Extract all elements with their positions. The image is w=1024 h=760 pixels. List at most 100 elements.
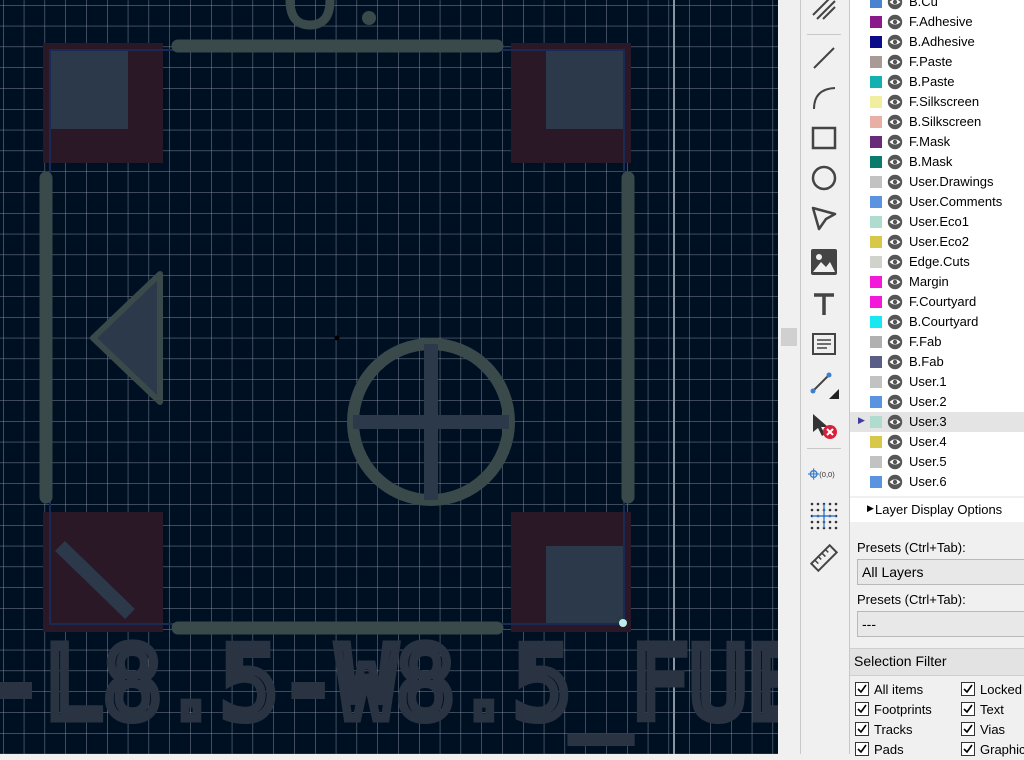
layer-row[interactable]: User.1	[850, 372, 1024, 392]
grid-settings-icon[interactable]	[808, 500, 840, 532]
add-textbox-icon[interactable]	[808, 328, 840, 360]
layer-display-options-toggle[interactable]: ▶ Layer Display Options	[850, 498, 1024, 522]
visibility-eye-icon[interactable]	[887, 234, 903, 250]
scrollbar-thumb[interactable]	[781, 328, 797, 346]
visibility-eye-icon[interactable]	[887, 394, 903, 410]
visibility-eye-icon[interactable]	[887, 334, 903, 350]
draw-arc-icon[interactable]	[808, 82, 840, 114]
layer-color-swatch[interactable]	[870, 396, 882, 408]
layer-row[interactable]: User.2	[850, 392, 1024, 412]
layer-color-swatch[interactable]	[870, 356, 882, 368]
visibility-eye-icon[interactable]	[887, 374, 903, 390]
layer-color-swatch[interactable]	[870, 376, 882, 388]
layer-color-swatch[interactable]	[870, 436, 882, 448]
visibility-eye-icon[interactable]	[887, 154, 903, 170]
pcb-canvas[interactable]: -L8.5-W8.5_FUE	[0, 0, 778, 754]
visibility-eye-icon[interactable]	[887, 454, 903, 470]
layer-color-swatch[interactable]	[870, 196, 882, 208]
layer-color-swatch[interactable]	[870, 96, 882, 108]
layer-row[interactable]: B.Paste	[850, 72, 1024, 92]
delete-tool-icon[interactable]	[808, 410, 840, 442]
visibility-eye-icon[interactable]	[887, 74, 903, 90]
layer-row[interactable]: User.4	[850, 432, 1024, 452]
layer-color-swatch[interactable]	[870, 76, 882, 88]
layer-row[interactable]: B.Courtyard	[850, 312, 1024, 332]
layer-row[interactable]: F.Paste	[850, 52, 1024, 72]
visibility-eye-icon[interactable]	[887, 114, 903, 130]
route-track-icon[interactable]	[808, 0, 840, 24]
checkbox-box[interactable]	[855, 722, 869, 736]
canvas-scrollbar[interactable]	[778, 0, 800, 754]
visibility-eye-icon[interactable]	[887, 434, 903, 450]
presets-dropdown[interactable]: All Layers	[857, 559, 1024, 585]
layer-row[interactable]: ▶ User.3	[850, 412, 1024, 432]
layer-row[interactable]: B.Fab	[850, 352, 1024, 372]
layer-color-swatch[interactable]	[870, 316, 882, 328]
layer-row[interactable]: B.Silkscreen	[850, 112, 1024, 132]
layer-color-swatch[interactable]	[870, 256, 882, 268]
layer-row[interactable]: F.Courtyard	[850, 292, 1024, 312]
visibility-eye-icon[interactable]	[887, 214, 903, 230]
layer-list[interactable]: B.Cu F.Adhesive B.Adhesive F.Paste B.Paste F.…	[850, 0, 1024, 496]
layer-color-swatch[interactable]	[870, 216, 882, 228]
layer-color-swatch[interactable]	[870, 236, 882, 248]
visibility-eye-icon[interactable]	[887, 194, 903, 210]
layer-row[interactable]: User.Drawings	[850, 172, 1024, 192]
add-dimension-icon[interactable]	[808, 368, 840, 400]
pad-3[interactable]	[43, 512, 163, 632]
layer-row[interactable]: F.Silkscreen	[850, 92, 1024, 112]
layer-row[interactable]: User.Comments	[850, 192, 1024, 212]
checkbox-box[interactable]	[961, 682, 975, 696]
visibility-eye-icon[interactable]	[887, 354, 903, 370]
layer-color-swatch[interactable]	[870, 176, 882, 188]
layer-row[interactable]: Margin	[850, 272, 1024, 292]
visibility-eye-icon[interactable]	[887, 294, 903, 310]
layer-color-swatch[interactable]	[870, 476, 882, 488]
footprint-view[interactable]: -L8.5-W8.5_FUE	[0, 0, 778, 754]
layer-row[interactable]: B.Mask	[850, 152, 1024, 172]
visibility-eye-icon[interactable]	[887, 314, 903, 330]
measure-tool-icon[interactable]	[808, 542, 840, 574]
layer-color-swatch[interactable]	[870, 336, 882, 348]
checkbox-box[interactable]	[855, 702, 869, 716]
layer-color-swatch[interactable]	[870, 276, 882, 288]
viewports-dropdown[interactable]: ---	[857, 611, 1024, 637]
visibility-eye-icon[interactable]	[887, 174, 903, 190]
layer-row[interactable]: F.Fab	[850, 332, 1024, 352]
layer-color-swatch[interactable]	[870, 116, 882, 128]
visibility-eye-icon[interactable]	[887, 414, 903, 430]
layer-row[interactable]: User.Eco1	[850, 212, 1024, 232]
layer-row[interactable]: User.Eco2	[850, 232, 1024, 252]
checkbox-box[interactable]	[961, 722, 975, 736]
layer-row[interactable]: B.Cu	[850, 0, 1024, 12]
visibility-eye-icon[interactable]	[887, 34, 903, 50]
layer-color-swatch[interactable]	[870, 36, 882, 48]
layer-row[interactable]: Edge.Cuts	[850, 252, 1024, 272]
draw-polygon-icon[interactable]	[808, 202, 840, 234]
layer-color-swatch[interactable]	[870, 456, 882, 468]
layer-row[interactable]: User.5	[850, 452, 1024, 472]
visibility-eye-icon[interactable]	[887, 94, 903, 110]
visibility-eye-icon[interactable]	[887, 474, 903, 490]
layer-color-swatch[interactable]	[870, 296, 882, 308]
checkbox-box[interactable]	[961, 702, 975, 716]
layer-color-swatch[interactable]	[870, 16, 882, 28]
checkbox-box[interactable]	[855, 682, 869, 696]
grid-origin-icon[interactable]: (0,0)	[808, 458, 840, 490]
layer-color-swatch[interactable]	[870, 156, 882, 168]
visibility-eye-icon[interactable]	[887, 274, 903, 290]
visibility-eye-icon[interactable]	[887, 254, 903, 270]
draw-line-icon[interactable]	[808, 42, 840, 74]
draw-circle-icon[interactable]	[808, 162, 840, 194]
layer-color-swatch[interactable]	[870, 56, 882, 68]
layer-row[interactable]: F.Mask	[850, 132, 1024, 152]
draw-rectangle-icon[interactable]	[808, 122, 840, 154]
layer-color-swatch[interactable]	[870, 136, 882, 148]
visibility-eye-icon[interactable]	[887, 0, 903, 10]
layer-color-swatch[interactable]	[870, 416, 882, 428]
layer-row[interactable]: F.Adhesive	[850, 12, 1024, 32]
visibility-eye-icon[interactable]	[887, 14, 903, 30]
visibility-eye-icon[interactable]	[887, 54, 903, 70]
add-text-icon[interactable]	[808, 288, 840, 320]
layer-row[interactable]: B.Adhesive	[850, 32, 1024, 52]
